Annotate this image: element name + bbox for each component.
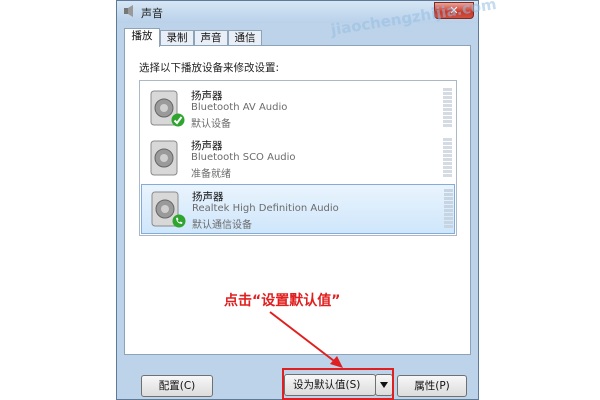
tab-recording[interactable]: 录制 [160,30,194,46]
level-meter-icon [443,138,452,177]
level-meter-icon [443,88,452,127]
device-driver: Bluetooth SCO Audio [191,152,296,163]
sound-dialog: 声音 ✕ 播放 录制 声音 通信 选择以下播放设备来修改设置: 扬声器 Blue… [116,0,479,400]
speaker-icon [150,140,178,176]
tab-sounds[interactable]: 声音 [194,30,228,46]
device-name: 扬声器 [191,90,223,102]
highlight-box [282,368,394,400]
window-title: 声音 [141,7,163,20]
device-driver: Realtek High Definition Audio [192,203,339,214]
instruction-text: 选择以下播放设备来修改设置: [139,62,280,74]
device-item-realtek[interactable]: 扬声器 Realtek High Definition Audio 默认通信设备 [141,184,455,234]
device-status: 默认设备 [191,119,231,130]
green-phone-icon [172,214,186,228]
device-item-bluetooth-av[interactable]: 扬声器 Bluetooth AV Audio 默认设备 [141,84,455,134]
device-item-bluetooth-sco[interactable]: 扬声器 Bluetooth SCO Audio 准备就绪 [141,134,455,184]
device-status: 默认通信设备 [192,220,252,231]
device-driver: Bluetooth AV Audio [191,102,288,113]
device-name: 扬声器 [192,191,224,203]
tab-playback[interactable]: 播放 [124,28,160,47]
speaker-icon [124,5,133,17]
device-status: 准备就绪 [191,169,231,180]
level-meter-icon [444,189,453,228]
green-check-icon [171,113,185,127]
configure-button[interactable]: 配置(C) [141,375,213,397]
device-list[interactable]: 扬声器 Bluetooth AV Audio 默认设备 扬声器 Bluetoot… [139,80,457,236]
tab-communications[interactable]: 通信 [228,30,262,46]
properties-button[interactable]: 属性(P) [397,375,467,397]
device-name: 扬声器 [191,140,223,152]
annotation-text: 点击“设置默认值” [224,293,341,309]
